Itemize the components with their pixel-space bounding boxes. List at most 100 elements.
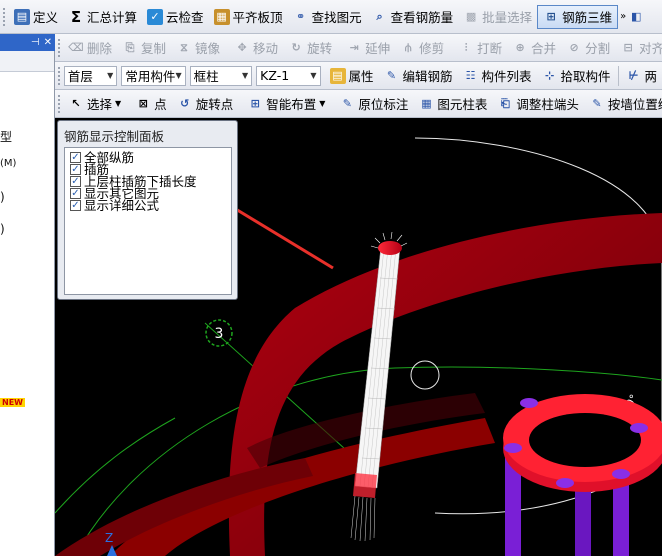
two-points-button[interactable]: ⊬ 两 — [620, 64, 662, 88]
split-button[interactable]: ⊘ 分割 — [561, 36, 615, 60]
axis-marker-3[interactable]: 3 — [205, 319, 233, 347]
element-column-table-label: 图元柱表 — [437, 97, 488, 112]
rotate-button[interactable]: ↻ 旋转 — [283, 36, 337, 60]
properties-button[interactable]: ▤ 属性 — [325, 64, 379, 88]
view-rebar-qty-button[interactable]: ⌕ 查看钢筋量 — [367, 5, 459, 29]
edit-rebar-button[interactable]: ✎ 编辑钢筋 — [379, 64, 458, 88]
properties-icon: ▤ — [329, 67, 346, 84]
chevron-down-icon: ▼ — [242, 71, 249, 80]
pick-icon: ⊹ — [544, 68, 555, 82]
column-base-section — [353, 473, 377, 498]
delete-button[interactable]: ⌫ 删除 — [63, 36, 117, 60]
find-element-button[interactable]: ⚭ 查找图元 — [288, 5, 367, 29]
column-top-cap — [378, 241, 402, 255]
tree-item[interactable]: 型 — [0, 128, 12, 145]
checkbox-checked[interactable]: ✓ — [70, 176, 81, 187]
rebar-3d-button[interactable]: ⊞ 钢筋三维 — [537, 4, 619, 29]
checkbox-checked[interactable]: ✓ — [70, 164, 81, 175]
original-annotation-button[interactable]: ✎ 原位标注 — [334, 92, 413, 116]
option-show-detailed-formula[interactable]: ✓ 显示详细公式 — [70, 199, 159, 212]
sigma-icon: Σ — [70, 7, 82, 26]
dowel-ends-bottom — [350, 495, 376, 542]
chevron-down-icon: ▼ — [107, 71, 114, 80]
separator — [617, 65, 619, 86]
main-toolbar: ▤ 定义 Σ 汇总计算 ✓ 云检查 ▦ 平齐板顶 ⚭ 查找图元 ⌕ 查看钢筋量 … — [0, 0, 662, 34]
cube-icon[interactable]: ◧ — [628, 9, 644, 25]
floor-select[interactable]: 首层 ▼ — [63, 65, 118, 86]
trim-button[interactable]: ⫛ 修剪 — [395, 36, 449, 60]
component-type-select[interactable]: 常用构件 ▼ — [121, 65, 186, 86]
mirror-button[interactable]: ⧖ 镜像 — [171, 36, 225, 60]
align-label: 对齐 — [639, 41, 662, 56]
rebar-3d-label: 钢筋三维 — [562, 10, 613, 25]
checkbox-checked[interactable]: ✓ — [70, 200, 81, 211]
select-button[interactable]: ↖ 选择 ▼ — [63, 92, 126, 116]
draw-by-wall-button[interactable]: ✎ 按墙位置绘制 — [584, 92, 662, 116]
rotate-icon: ↻ — [291, 40, 301, 54]
overflow-chevron-icon[interactable]: » — [618, 5, 628, 29]
axis-line-green — [55, 417, 176, 514]
adjust-column-end-label: 调整柱端头 — [516, 97, 579, 112]
component-select[interactable]: 框柱 ▼ — [189, 65, 253, 86]
define-label: 定义 — [33, 10, 59, 25]
align-button[interactable]: ⊟ 对齐 ▼ — [615, 36, 662, 60]
component-list-label: 构件列表 — [481, 69, 532, 84]
checkbox-checked[interactable]: ✓ — [70, 188, 81, 199]
adjust-column-end-button[interactable]: ⎗ 调整柱端头 — [492, 92, 584, 116]
instance-select[interactable]: KZ-1 ▼ — [256, 65, 321, 86]
flush-top-label: 平齐板顶 — [232, 10, 283, 25]
axis-marker-label: 3 — [215, 326, 224, 342]
toolbar-grip[interactable] — [3, 7, 6, 26]
ring-beam-outer — [228, 213, 662, 556]
cloud-check-icon: ✓ — [147, 8, 164, 25]
close-icon[interactable]: ✕ — [44, 37, 52, 48]
pick-component-button[interactable]: ⊹ 拾取构件 — [537, 64, 616, 88]
merge-button[interactable]: ⊕ 合并 — [507, 36, 561, 60]
tree-item[interactable]: (M) — [0, 158, 16, 169]
copy-button[interactable]: ⎘ 复制 — [117, 36, 171, 60]
merge-label: 合并 — [531, 41, 557, 56]
flush-top-button[interactable]: ▦ 平齐板顶 — [209, 5, 288, 29]
table-icon: ▦ — [421, 96, 432, 110]
component-tree-header — [0, 51, 54, 72]
point-label: 点 — [154, 97, 167, 112]
define-button[interactable]: ▤ 定义 — [9, 5, 63, 29]
grid-marker-circle — [410, 360, 440, 390]
column-end-icon: ⎗ — [501, 96, 510, 110]
rebar-end — [556, 478, 574, 488]
rotate-label: 旋转 — [307, 41, 333, 56]
dimension-icon: ⊬ — [628, 68, 639, 82]
batch-select-icon: ▩ — [465, 9, 477, 23]
tree-item[interactable]: ) — [0, 190, 5, 204]
option-label: 显示详细公式 — [84, 197, 160, 213]
component-list-button[interactable]: ☷ 构件列表 — [458, 64, 537, 88]
define-icon: ▤ — [14, 8, 30, 25]
break-button[interactable]: ⫶ 打断 — [453, 36, 507, 60]
smart-layout-icon: ⊞ — [250, 96, 260, 110]
summary-calc-button[interactable]: Σ 汇总计算 — [63, 5, 142, 29]
move-button[interactable]: ✥ 移动 — [229, 36, 283, 60]
rotate-point-button[interactable]: ↺ 旋转点 — [172, 92, 239, 116]
flush-top-icon: ▦ — [213, 8, 230, 25]
column-stirrup-assembly[interactable] — [503, 394, 662, 556]
toolbar-grip[interactable] — [58, 66, 61, 85]
cloud-check-button[interactable]: ✓ 云检查 — [142, 5, 209, 29]
chevron-down-icon: ▼ — [310, 71, 317, 80]
tree-item[interactable]: ) — [0, 222, 5, 236]
toolbar-grip[interactable] — [58, 38, 60, 57]
smart-layout-button[interactable]: ⊞ 智能布置 ▼ — [242, 92, 330, 116]
binoculars-icon: ⚭ — [295, 9, 306, 23]
extend-button[interactable]: ⇥ 延伸 — [341, 36, 395, 60]
pin-icon[interactable]: ⊣ — [31, 37, 40, 48]
draw-by-wall-label: 按墙位置绘制 — [607, 97, 662, 112]
checkbox-checked[interactable]: ✓ — [70, 152, 81, 163]
two-points-label: 两 — [644, 69, 657, 84]
element-column-table-button[interactable]: ▦ 图元柱表 — [413, 92, 492, 116]
component-tree-pane[interactable]: 型 (M) ) ) NEW — [0, 51, 55, 556]
batch-select-button[interactable]: ▩ 批量选择 — [458, 5, 537, 29]
toolbar-grip[interactable] — [58, 94, 60, 113]
find-element-label: 查找图元 — [311, 10, 362, 25]
delete-label: 删除 — [87, 41, 113, 56]
stirrup-hoop-hole — [529, 413, 641, 467]
point-button[interactable]: ⊠ 点 — [130, 92, 172, 116]
